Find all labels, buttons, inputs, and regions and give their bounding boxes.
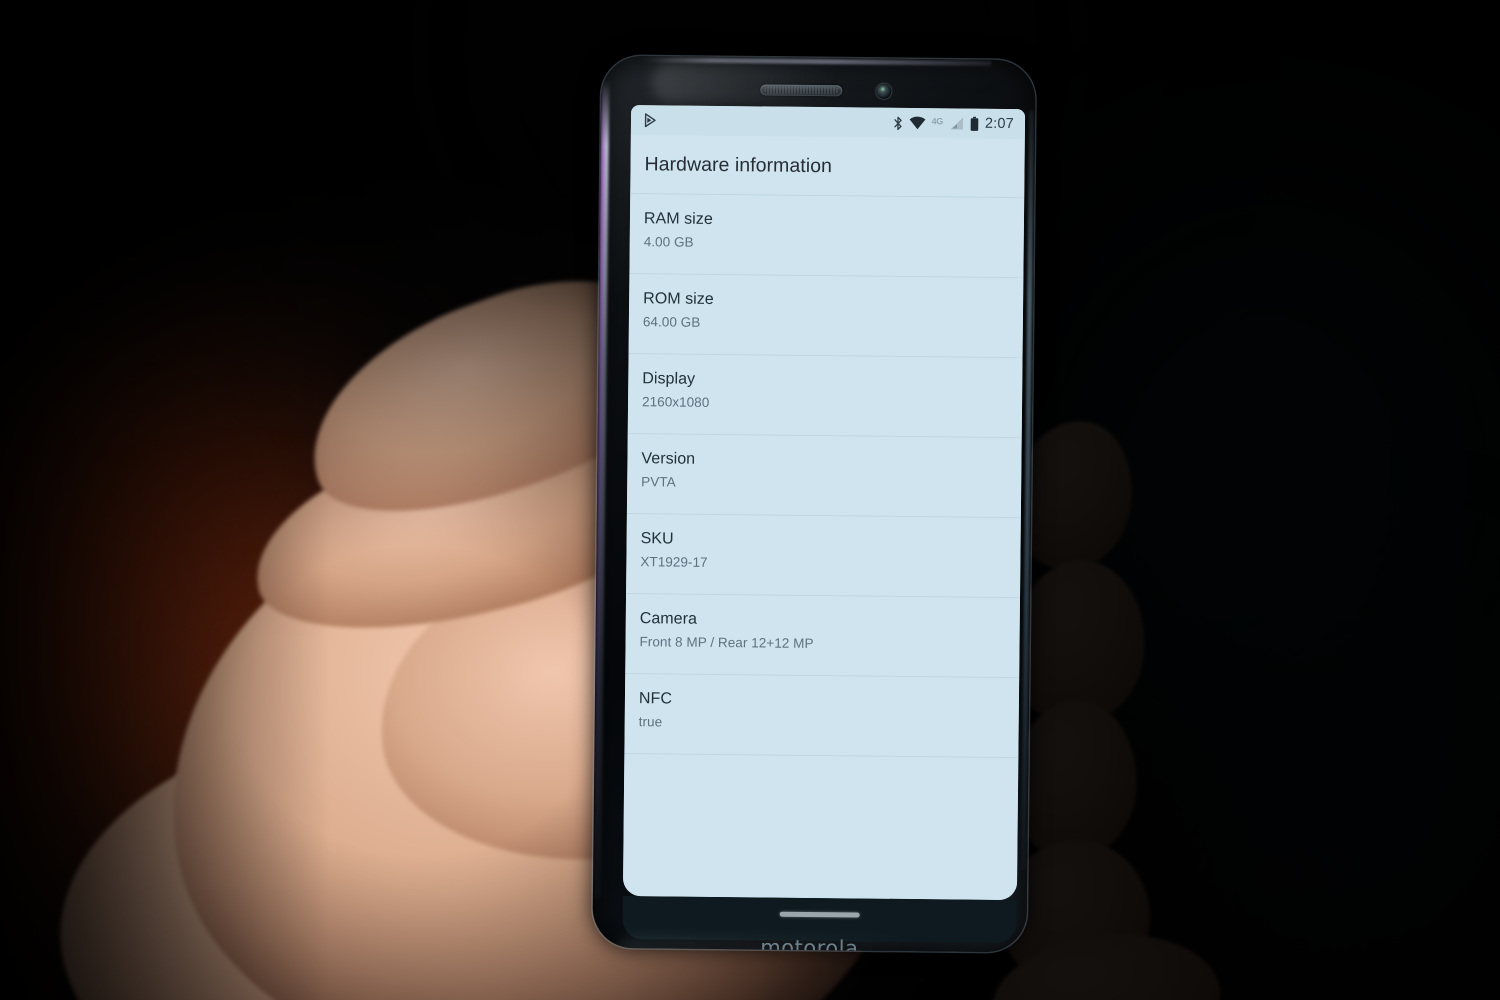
info-row-label: NFC bbox=[638, 690, 673, 708]
info-row-ram-size[interactable]: RAM size 4.00 GB bbox=[629, 194, 1025, 279]
info-row-label: ROM size bbox=[643, 290, 714, 308]
info-row-label: Display bbox=[642, 370, 696, 388]
front-camera bbox=[876, 83, 892, 99]
background-cool-glow-secondary bbox=[1180, 560, 1500, 1000]
info-row-value: 64.00 GB bbox=[642, 314, 701, 330]
status-bar-clock: 2:07 bbox=[984, 115, 1015, 133]
info-row-nfc[interactable]: NFC true bbox=[624, 674, 1020, 759]
signal-icon bbox=[949, 116, 964, 130]
bluetooth-icon bbox=[892, 115, 902, 130]
info-row-value: PVTA bbox=[641, 474, 676, 490]
info-row-value: 2160x1080 bbox=[641, 394, 710, 410]
wifi-icon bbox=[908, 116, 925, 130]
list-empty-space bbox=[623, 754, 1018, 878]
background-violet-glow bbox=[1140, 760, 1440, 1000]
page-header: Hardware information bbox=[630, 135, 1025, 199]
info-row-value: Front 8 MP / Rear 12+12 MP bbox=[639, 634, 814, 652]
network-type-label: 4G bbox=[931, 115, 944, 126]
info-row-value: 4.00 GB bbox=[643, 234, 694, 250]
background-cool-glow bbox=[1030, 180, 1500, 880]
info-row-label: Version bbox=[641, 450, 696, 468]
info-row-version[interactable]: Version PVTA bbox=[626, 434, 1022, 519]
hardware-info-list: RAM size 4.00 GB ROM size 64.00 GB Displ… bbox=[622, 194, 1025, 901]
info-row-label: RAM size bbox=[643, 210, 713, 228]
info-row-rom-size[interactable]: ROM size 64.00 GB bbox=[628, 274, 1024, 359]
info-row-label: SKU bbox=[640, 530, 674, 548]
device-edge-highlight-left bbox=[593, 79, 610, 900]
background-warm-glow bbox=[0, 300, 440, 940]
navigation-bar bbox=[622, 896, 1017, 944]
info-row-value: XT1929-17 bbox=[640, 554, 708, 570]
device-edge-highlight-top bbox=[641, 57, 992, 66]
battery-icon bbox=[970, 116, 979, 131]
status-bar: 4G 2:07 bbox=[630, 105, 1026, 140]
info-row-display[interactable]: Display 2160x1080 bbox=[627, 354, 1023, 439]
info-row-sku[interactable]: SKU XT1929-17 bbox=[626, 514, 1021, 599]
play-store-icon bbox=[644, 113, 657, 128]
smartphone-device: 4G 2:07 Hardware information RAM size 4.… bbox=[592, 55, 1036, 953]
background-warm-glow-secondary bbox=[40, 560, 460, 960]
info-row-camera[interactable]: Camera Front 8 MP / Rear 12+12 MP bbox=[625, 594, 1021, 679]
fingertip bbox=[984, 923, 1226, 1000]
status-bar-notifications bbox=[644, 113, 657, 128]
earpiece-speaker bbox=[760, 84, 843, 97]
device-screen: 4G 2:07 Hardware information RAM size 4.… bbox=[622, 105, 1026, 901]
status-bar-system-icons: 4G 2:07 bbox=[892, 115, 1014, 132]
photo-scene: 4G 2:07 Hardware information RAM size 4.… bbox=[0, 0, 1500, 1000]
info-row-value: true bbox=[638, 714, 663, 730]
home-pill[interactable] bbox=[779, 911, 860, 918]
device-glare-top bbox=[651, 62, 952, 106]
info-row-label: Camera bbox=[639, 610, 698, 628]
page-title: Hardware information bbox=[644, 153, 833, 178]
